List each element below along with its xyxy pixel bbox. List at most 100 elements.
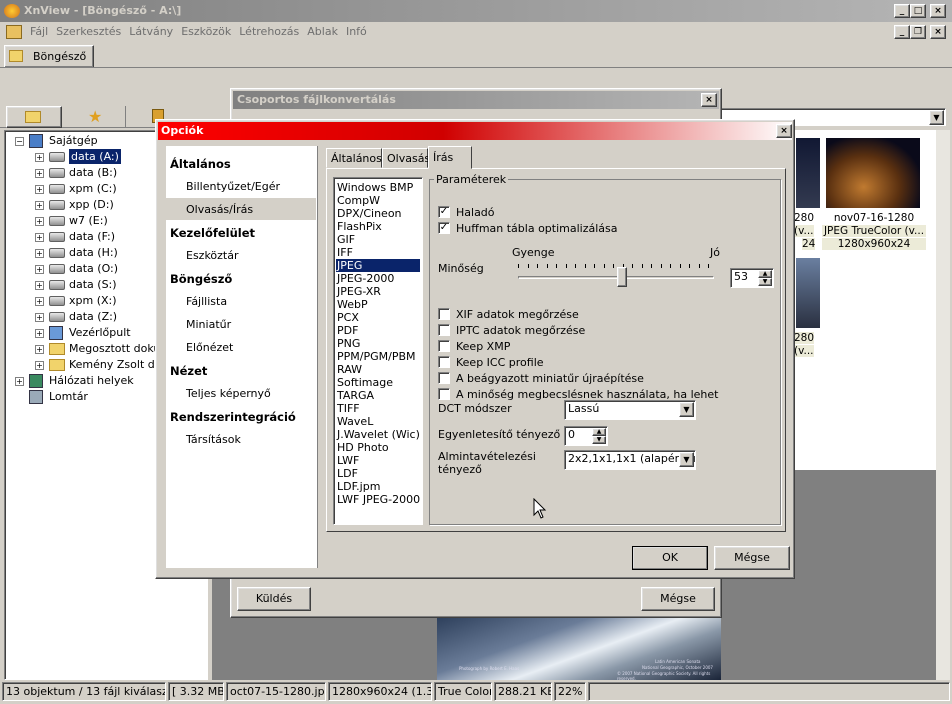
format-item[interactable]: Windows BMP xyxy=(336,181,420,194)
expand-icon[interactable]: + xyxy=(35,185,44,194)
format-item[interactable]: DPX/Cineon xyxy=(336,207,420,220)
format-item[interactable]: RAW xyxy=(336,363,420,376)
menu-item[interactable]: Létrehozás xyxy=(239,25,299,38)
expand-icon[interactable]: + xyxy=(35,329,44,338)
ok-button[interactable]: OK xyxy=(632,546,708,570)
option-checkbox[interactable] xyxy=(438,356,450,368)
thumbnail-item[interactable] xyxy=(822,256,926,364)
category-header[interactable]: Rendszerintegráció xyxy=(166,405,316,427)
category-item[interactable]: Olvasás/Írás xyxy=(166,198,316,220)
spin-up-button[interactable]: ▲ xyxy=(592,428,606,436)
category-item[interactable]: Fájllista xyxy=(166,290,316,312)
mdi-minimize-button[interactable]: _ xyxy=(894,25,910,39)
format-item[interactable]: IFF xyxy=(336,246,420,259)
batch-close-button[interactable]: × xyxy=(701,93,717,107)
mdi-restore-button[interactable]: ❐ xyxy=(910,25,926,39)
category-item[interactable]: Előnézet xyxy=(166,336,316,358)
option-checkbox[interactable] xyxy=(438,340,450,352)
tab-browser[interactable]: Böngésző xyxy=(4,45,94,67)
options-close-button[interactable]: × xyxy=(776,124,792,138)
format-list[interactable]: Windows BMP CompW DPX/Cineon FlashPix GIF IFF… xyxy=(333,177,423,525)
spin-up-button[interactable]: ▲ xyxy=(758,270,772,278)
format-item[interactable]: LDF.jpm xyxy=(336,480,420,493)
format-item[interactable]: PNG xyxy=(336,337,420,350)
expand-icon[interactable]: + xyxy=(35,153,44,162)
format-item[interactable]: FlashPix xyxy=(336,220,420,233)
thumbnail-item[interactable]: nov07-16-1280 JPEG TrueColor (v... 1280x… xyxy=(822,136,926,252)
expand-icon[interactable]: + xyxy=(35,281,44,290)
subsampling-select[interactable]: 2x2,1x1,1x1 (alapértelm ▼ xyxy=(564,450,696,470)
format-item[interactable]: LWF xyxy=(336,454,420,467)
format-item[interactable]: PPM/PGM/PBM xyxy=(336,350,420,363)
category-item[interactable]: Miniatűr xyxy=(166,313,316,335)
batch-cancel-button[interactable]: Mégse xyxy=(641,587,715,611)
category-header[interactable]: Kezelőfelület xyxy=(166,221,316,243)
option-checkbox[interactable] xyxy=(438,388,450,400)
tab-general[interactable]: Általános xyxy=(326,148,382,168)
format-item[interactable]: JPEG-XR xyxy=(336,285,420,298)
send-button[interactable]: Küldés xyxy=(237,587,311,611)
chevron-down-icon[interactable]: ▼ xyxy=(679,452,694,467)
format-item[interactable]: TIFF xyxy=(336,402,420,415)
category-item[interactable]: Eszköztár xyxy=(166,244,316,266)
spin-down-button[interactable]: ▼ xyxy=(592,436,606,444)
slider-thumb[interactable] xyxy=(616,267,627,287)
category-item[interactable]: Társítások xyxy=(166,428,316,450)
format-item[interactable]: J.Wavelet (Wic) xyxy=(336,428,420,441)
format-item[interactable]: JPEG-2000 xyxy=(336,272,420,285)
expand-icon[interactable]: + xyxy=(35,265,44,274)
menu-item[interactable]: Infó xyxy=(346,25,367,38)
expand-icon[interactable]: + xyxy=(35,169,44,178)
app-icon[interactable] xyxy=(4,4,20,18)
format-item[interactable]: PDF xyxy=(336,324,420,337)
option-checkbox[interactable] xyxy=(438,308,450,320)
category-header[interactable]: Nézet xyxy=(166,359,316,381)
format-item[interactable]: JPEG xyxy=(336,259,420,272)
quality-spin[interactable]: 53 ▲ ▼ xyxy=(730,268,774,288)
expand-icon[interactable]: + xyxy=(15,377,24,386)
format-item[interactable]: HD Photo xyxy=(336,441,420,454)
expand-icon[interactable]: + xyxy=(35,361,44,370)
vertical-scrollbar[interactable] xyxy=(936,130,950,680)
format-item[interactable]: WebP xyxy=(336,298,420,311)
expand-icon[interactable]: + xyxy=(35,345,44,354)
maximize-button[interactable]: □ xyxy=(910,4,926,18)
category-header[interactable]: Általános xyxy=(166,152,316,174)
menu-item[interactable]: Eszközök xyxy=(181,25,231,38)
option-checkbox[interactable] xyxy=(438,324,450,336)
category-item[interactable]: Teljes képernyő xyxy=(166,382,316,404)
spin-down-button[interactable]: ▼ xyxy=(758,278,772,286)
options-cancel-button[interactable]: Mégse xyxy=(714,546,790,570)
close-button[interactable]: × xyxy=(930,4,946,18)
minimize-button[interactable]: _ xyxy=(894,4,910,18)
format-item[interactable]: GIF xyxy=(336,233,420,246)
menu-item[interactable]: Fájl xyxy=(30,25,48,38)
expand-icon[interactable]: + xyxy=(35,233,44,242)
category-header[interactable]: Böngésző xyxy=(166,267,316,289)
menu-item[interactable]: Szerkesztés xyxy=(56,25,121,38)
chevron-down-icon[interactable]: ▼ xyxy=(679,402,694,417)
chevron-down-icon[interactable]: ▼ xyxy=(929,110,944,125)
collapse-icon[interactable]: − xyxy=(15,137,24,146)
format-item[interactable]: LWF JPEG-2000 xyxy=(336,493,420,506)
format-item[interactable]: PCX xyxy=(336,311,420,324)
menu-item[interactable]: Látvány xyxy=(129,25,173,38)
tab-read[interactable]: Olvasás xyxy=(382,148,430,168)
mdi-icon[interactable] xyxy=(6,25,22,39)
format-item[interactable]: CompW xyxy=(336,194,420,207)
dct-select[interactable]: Lassú ▼ xyxy=(564,400,696,420)
smoothing-spin[interactable]: 0 ▲ ▼ xyxy=(564,426,608,446)
expand-icon[interactable]: + xyxy=(35,217,44,226)
format-item[interactable]: Softimage xyxy=(336,376,420,389)
huffman-checkbox[interactable]: ✓ xyxy=(438,222,450,234)
quality-slider[interactable] xyxy=(518,260,714,290)
expand-icon[interactable]: + xyxy=(35,313,44,322)
expand-icon[interactable]: + xyxy=(35,297,44,306)
advanced-checkbox[interactable]: ✓ xyxy=(438,206,450,218)
tab-favorites[interactable]: ★ xyxy=(66,106,126,128)
expand-icon[interactable]: + xyxy=(35,201,44,210)
menu-item[interactable]: Ablak xyxy=(307,25,338,38)
tab-folders[interactable] xyxy=(6,106,62,128)
expand-icon[interactable]: + xyxy=(35,249,44,258)
option-checkbox[interactable] xyxy=(438,372,450,384)
